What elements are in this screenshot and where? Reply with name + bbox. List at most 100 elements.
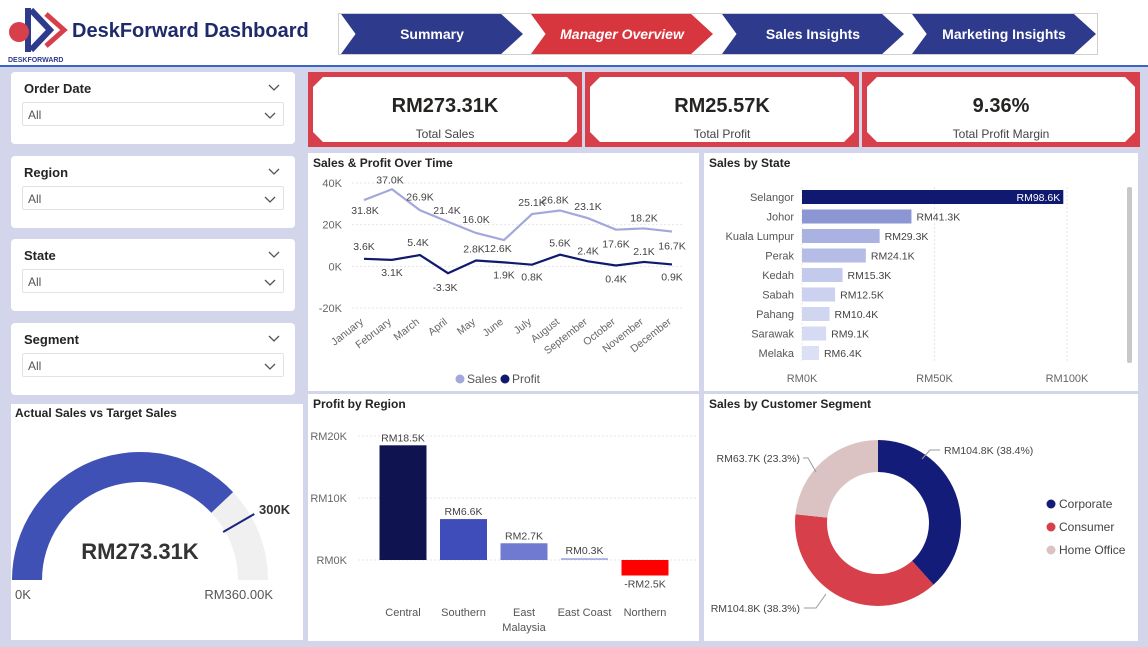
x-tick-label: East Coast [558, 607, 612, 619]
state-dropdown[interactable]: All [22, 269, 284, 293]
chevron-down-icon [264, 363, 276, 370]
deskforward-logo: DESKFORWARD [8, 7, 68, 64]
kpi-label: Total Sales [415, 127, 475, 141]
donut-slice-home-office [795, 440, 878, 518]
data-label: 1.9K [493, 269, 515, 281]
data-label: 2.4K [577, 245, 599, 257]
bar [802, 209, 912, 224]
x-tick-label: March [391, 316, 422, 344]
state-bar-chart: RM0K RM50K RM100K Selangor RM98.6K Johor RM41.… [726, 187, 1132, 385]
data-label: RM10.4K [835, 309, 879, 321]
leader-line [804, 593, 827, 609]
y-tick-label: Kuala Lumpur [726, 231, 795, 243]
line-chart: 40K20K0K-20KJanuaryFebruaryMarch April May… [319, 174, 686, 386]
data-label: RM98.6K [1017, 192, 1061, 204]
slicer-state: State All [11, 239, 295, 311]
y-tick-label: RM0K [316, 555, 347, 567]
y-tick-label: Melaka [759, 348, 795, 360]
data-label: RM2.7K [505, 530, 543, 542]
bar [802, 326, 827, 341]
data-label: 12.6K [484, 243, 511, 255]
chevron-down-icon [264, 279, 276, 286]
region-bar-chart: RM20K RM10K RM0K RM18.5K Central RM6.6K Southe… [310, 431, 696, 634]
legend-label: Corporate [1059, 497, 1113, 511]
data-label: 37.0K [376, 174, 403, 186]
x-tick-label-line-1: East [513, 607, 535, 619]
bar [802, 268, 843, 282]
legend-marker [1046, 499, 1056, 509]
data-label: RM15.3K [848, 270, 892, 282]
region-dropdown[interactable]: All [22, 186, 284, 210]
nav-manager-overview-label: Manager Overview [560, 26, 684, 42]
data-label: 26.9K [406, 191, 433, 203]
bar [802, 229, 880, 243]
x-tick-label: Northern [624, 607, 667, 619]
y-tick-label: 20K [322, 220, 342, 232]
nav-sales-insights-button[interactable]: Sales Insights [722, 14, 904, 54]
bar [440, 519, 487, 560]
order-date-dropdown[interactable]: All [22, 102, 284, 126]
donut-slice-corporate [878, 440, 961, 585]
slicer-value: All [28, 108, 42, 122]
chevron-down-icon [264, 112, 276, 119]
data-label: RM41.3K [916, 212, 960, 224]
nav-marketing-insights-button[interactable]: Marketing Insights [912, 14, 1096, 54]
chevron-down-icon[interactable] [267, 80, 281, 94]
kpi-card-total-sales: RM273.31K Total Sales [308, 72, 582, 147]
chevron-down-icon[interactable] [267, 247, 281, 261]
kpi-card-total-profit: RM25.57K Total Profit [585, 72, 859, 147]
bar [500, 543, 548, 560]
x-tick-label: RM100K [1046, 373, 1089, 385]
y-tick-label: Selangor [750, 192, 794, 204]
nav-summary-label: Summary [400, 26, 464, 42]
slicer-title: Segment [24, 332, 79, 347]
chevron-down-icon[interactable] [267, 164, 281, 178]
nav-summary-button[interactable]: Summary [341, 14, 523, 54]
kpi-value: 9.36% [972, 95, 1030, 117]
data-label: 0.4K [605, 274, 627, 286]
data-label: RM24.1K [871, 251, 915, 263]
scrollbar[interactable] [1127, 187, 1132, 363]
bar [802, 248, 866, 263]
kpi-value: RM25.57K [674, 95, 770, 117]
app-title: DeskForward Dashboard [72, 20, 309, 42]
bar [802, 307, 830, 321]
gauge-value-label: RM273.31K [81, 539, 199, 564]
data-label: RM12.5K [840, 290, 884, 302]
slicer-value: All [28, 275, 42, 289]
data-label: 0.9K [661, 271, 683, 283]
legend-label: Sales [467, 372, 497, 386]
data-label: RM6.4K [824, 348, 862, 360]
data-label: RM104.8K (38.3%) [711, 603, 800, 615]
nav-manager-overview-button[interactable]: Manager Overview [531, 14, 713, 54]
segment-dropdown[interactable]: All [22, 353, 284, 377]
data-label: RM9.1K [831, 329, 869, 341]
x-tick-label: RM0K [787, 373, 818, 385]
bar [802, 287, 836, 302]
y-tick-label: RM20K [310, 431, 347, 443]
data-label: RM0.3K [566, 545, 604, 557]
donut-slice-consumer [795, 514, 934, 606]
gauge-chart: RM273.31K 0K RM360.00K 300K [12, 452, 291, 602]
y-tick-label: RM10K [310, 493, 347, 505]
chevron-down-icon [264, 196, 276, 203]
bar [379, 445, 427, 560]
logo-text: DESKFORWARD [8, 57, 63, 64]
sales-profit-over-time-panel: Sales & Profit Over Time 40K 20K 0K -20K Jan… [308, 153, 699, 391]
bar [561, 558, 608, 560]
legend-marker [1046, 545, 1056, 555]
data-label: 3.1K [381, 267, 403, 279]
leader-line [803, 457, 817, 473]
sales-by-state-panel: Sales by State RM0K RM50K RM100K Selangor RM… [704, 153, 1138, 391]
legend-marker [500, 374, 510, 384]
gauge-panel: Actual Sales vs Target Sales RM273.31K 0… [11, 404, 303, 640]
slicer-title: Region [24, 165, 69, 180]
sales-by-segment-panel: Sales by Customer Segment RM104.8K (38.4… [704, 394, 1138, 641]
y-tick-label: Perak [765, 251, 794, 263]
y-tick-label: 0K [329, 261, 343, 273]
nav-sales-insights-label: Sales Insights [765, 26, 861, 42]
kpi-card-profit-margin: 9.36% Total Profit Margin [862, 72, 1140, 147]
chevron-down-icon[interactable] [267, 331, 281, 345]
page-navigation: Summary Manager Overview Sales Insights … [338, 13, 1098, 55]
data-label: 5.6K [549, 238, 571, 250]
